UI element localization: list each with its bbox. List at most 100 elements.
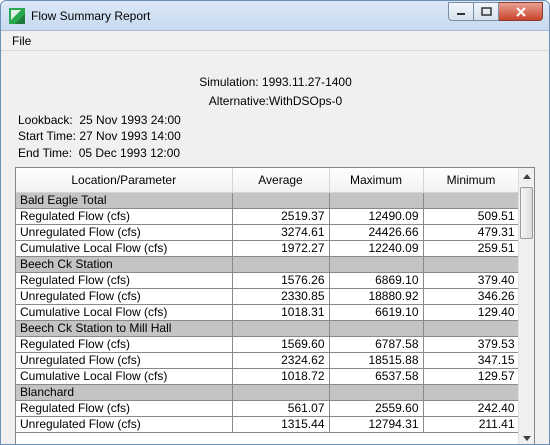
table-row[interactable]: Regulated Flow (cfs) 1576.26 6869.10 379.40 bbox=[16, 272, 520, 289]
parameter-cell: Unregulated Flow (cfs) bbox=[16, 288, 233, 305]
window-controls bbox=[448, 2, 543, 22]
parameter-cell: Regulated Flow (cfs) bbox=[16, 208, 233, 225]
minimum-cell: 242.40 bbox=[423, 400, 520, 417]
group-label: Beech Ck Station to Mill Hall bbox=[16, 320, 233, 337]
group-empty-cell bbox=[423, 256, 520, 273]
parameter-cell: Cumulative Local Flow (cfs) bbox=[16, 368, 233, 385]
group-empty-cell bbox=[232, 256, 330, 273]
column-header-location[interactable]: Location/Parameter bbox=[16, 168, 233, 193]
start-time-label: Start Time: 27 Nov 1993 14:00 bbox=[18, 129, 181, 143]
group-label: Blanchard bbox=[16, 384, 233, 401]
title-bar[interactable]: Flow Summary Report bbox=[1, 1, 549, 31]
scroll-up-icon bbox=[523, 174, 531, 179]
group-row[interactable]: Blanchard bbox=[16, 384, 520, 401]
summary-grid: Location/Parameter Average Maximum Minim… bbox=[16, 168, 520, 433]
minimum-cell: 379.53 bbox=[423, 336, 520, 353]
group-row[interactable]: Bald Eagle Total bbox=[16, 192, 520, 209]
parameter-cell: Unregulated Flow (cfs) bbox=[16, 224, 233, 241]
group-empty-cell bbox=[329, 256, 424, 273]
minimum-cell: 479.31 bbox=[423, 224, 520, 241]
average-cell: 2330.85 bbox=[232, 288, 330, 305]
close-button[interactable] bbox=[499, 2, 543, 21]
minimum-cell: 379.40 bbox=[423, 272, 520, 289]
group-empty-cell bbox=[232, 192, 330, 209]
maximum-cell: 12490.09 bbox=[329, 208, 424, 225]
minimum-cell: 259.51 bbox=[423, 240, 520, 257]
parameter-cell: Regulated Flow (cfs) bbox=[16, 272, 233, 289]
maximize-icon bbox=[480, 7, 492, 16]
minimum-cell: 346.26 bbox=[423, 288, 520, 305]
report-window: Flow Summary Report File Simulation: 199… bbox=[0, 0, 550, 445]
table-row[interactable]: Unregulated Flow (cfs) 1315.44 12794.31 211… bbox=[16, 416, 520, 433]
average-cell: 1315.44 bbox=[232, 416, 330, 433]
maximum-cell: 2559.60 bbox=[329, 400, 424, 417]
menu-file[interactable]: File bbox=[12, 34, 31, 48]
table-header-row: Location/Parameter Average Maximum Minim… bbox=[16, 168, 520, 193]
average-cell: 1972.27 bbox=[232, 240, 330, 257]
table-row[interactable]: Unregulated Flow (cfs) 2330.85 18880.92 346… bbox=[16, 288, 520, 305]
minimum-cell: 129.40 bbox=[423, 304, 520, 321]
group-empty-cell bbox=[329, 320, 424, 337]
group-row[interactable]: Beech Ck Station bbox=[16, 256, 520, 273]
table-row[interactable]: Unregulated Flow (cfs) 3274.61 24426.66 479… bbox=[16, 224, 520, 241]
close-icon bbox=[515, 6, 526, 17]
scroll-up-button[interactable] bbox=[519, 168, 534, 185]
group-empty-cell bbox=[232, 320, 330, 337]
average-cell: 1018.72 bbox=[232, 368, 330, 385]
simulation-label: Simulation: 1993.11.27-1400 bbox=[199, 75, 352, 89]
table-row[interactable]: Cumulative Local Flow (cfs) 1972.27 12240.… bbox=[16, 240, 520, 257]
parameter-cell: Cumulative Local Flow (cfs) bbox=[16, 304, 233, 321]
average-cell: 1576.26 bbox=[232, 272, 330, 289]
maximum-cell: 24426.66 bbox=[329, 224, 424, 241]
scroll-down-button[interactable] bbox=[519, 430, 534, 444]
group-empty-cell bbox=[423, 384, 520, 401]
minimize-button[interactable] bbox=[448, 2, 474, 21]
column-header-maximum[interactable]: Maximum bbox=[329, 168, 424, 193]
group-empty-cell bbox=[329, 384, 424, 401]
average-cell: 1569.60 bbox=[232, 336, 330, 353]
table-row[interactable]: Cumulative Local Flow (cfs) 1018.72 6537.5… bbox=[16, 368, 520, 385]
table-row[interactable]: Regulated Flow (cfs) 2519.37 12490.09 509.5… bbox=[16, 208, 520, 225]
table-row[interactable]: Regulated Flow (cfs) 561.07 2559.60 242.40 bbox=[16, 400, 520, 417]
column-header-average[interactable]: Average bbox=[232, 168, 330, 193]
group-label: Bald Eagle Total bbox=[16, 192, 233, 209]
flow-summary-table: Location/Parameter Average Maximum Minim… bbox=[15, 167, 535, 444]
group-empty-cell bbox=[329, 192, 424, 209]
group-empty-cell bbox=[232, 384, 330, 401]
alternative-label: Alternative:WithDSOps-0 bbox=[208, 94, 343, 108]
minimize-icon bbox=[457, 12, 465, 15]
maximum-cell: 6869.10 bbox=[329, 272, 424, 289]
table-body: Bald Eagle Total Regulated Flow (cfs) 2519… bbox=[16, 192, 520, 433]
menu-bar: File bbox=[1, 32, 549, 51]
table-row[interactable]: Unregulated Flow (cfs) 2324.62 18515.88 347… bbox=[16, 352, 520, 369]
minimum-cell: 129.57 bbox=[423, 368, 520, 385]
maximize-button[interactable] bbox=[474, 2, 499, 21]
average-cell: 561.07 bbox=[232, 400, 330, 417]
average-cell: 1018.31 bbox=[232, 304, 330, 321]
table-row[interactable]: Cumulative Local Flow (cfs) 1018.31 6619.1… bbox=[16, 304, 520, 321]
maximum-cell: 18515.88 bbox=[329, 352, 424, 369]
average-cell: 3274.61 bbox=[232, 224, 330, 241]
app-icon bbox=[9, 8, 25, 24]
table-row[interactable]: Regulated Flow (cfs) 1569.60 6787.58 379.53 bbox=[16, 336, 520, 353]
end-time-label: End Time: 05 Dec 1993 12:00 bbox=[18, 146, 181, 160]
minimum-cell: 211.41 bbox=[423, 416, 520, 433]
scroll-thumb[interactable] bbox=[520, 187, 533, 239]
parameter-cell: Regulated Flow (cfs) bbox=[16, 336, 233, 353]
maximum-cell: 6619.10 bbox=[329, 304, 424, 321]
average-cell: 2324.62 bbox=[232, 352, 330, 369]
group-label: Beech Ck Station bbox=[16, 256, 233, 273]
maximum-cell: 18880.92 bbox=[329, 288, 424, 305]
lookback-label: Lookback: 25 Nov 1993 24:00 bbox=[18, 113, 181, 127]
column-header-minimum[interactable]: Minimum bbox=[423, 168, 520, 193]
parameter-cell: Cumulative Local Flow (cfs) bbox=[16, 240, 233, 257]
window-title: Flow Summary Report bbox=[31, 9, 151, 23]
group-row[interactable]: Beech Ck Station to Mill Hall bbox=[16, 320, 520, 337]
vertical-scrollbar[interactable] bbox=[518, 168, 534, 444]
maximum-cell: 6537.58 bbox=[329, 368, 424, 385]
maximum-cell: 12240.09 bbox=[329, 240, 424, 257]
scroll-down-icon bbox=[523, 436, 531, 441]
minimum-cell: 347.15 bbox=[423, 352, 520, 369]
parameter-cell: Unregulated Flow (cfs) bbox=[16, 416, 233, 433]
parameter-cell: Regulated Flow (cfs) bbox=[16, 400, 233, 417]
